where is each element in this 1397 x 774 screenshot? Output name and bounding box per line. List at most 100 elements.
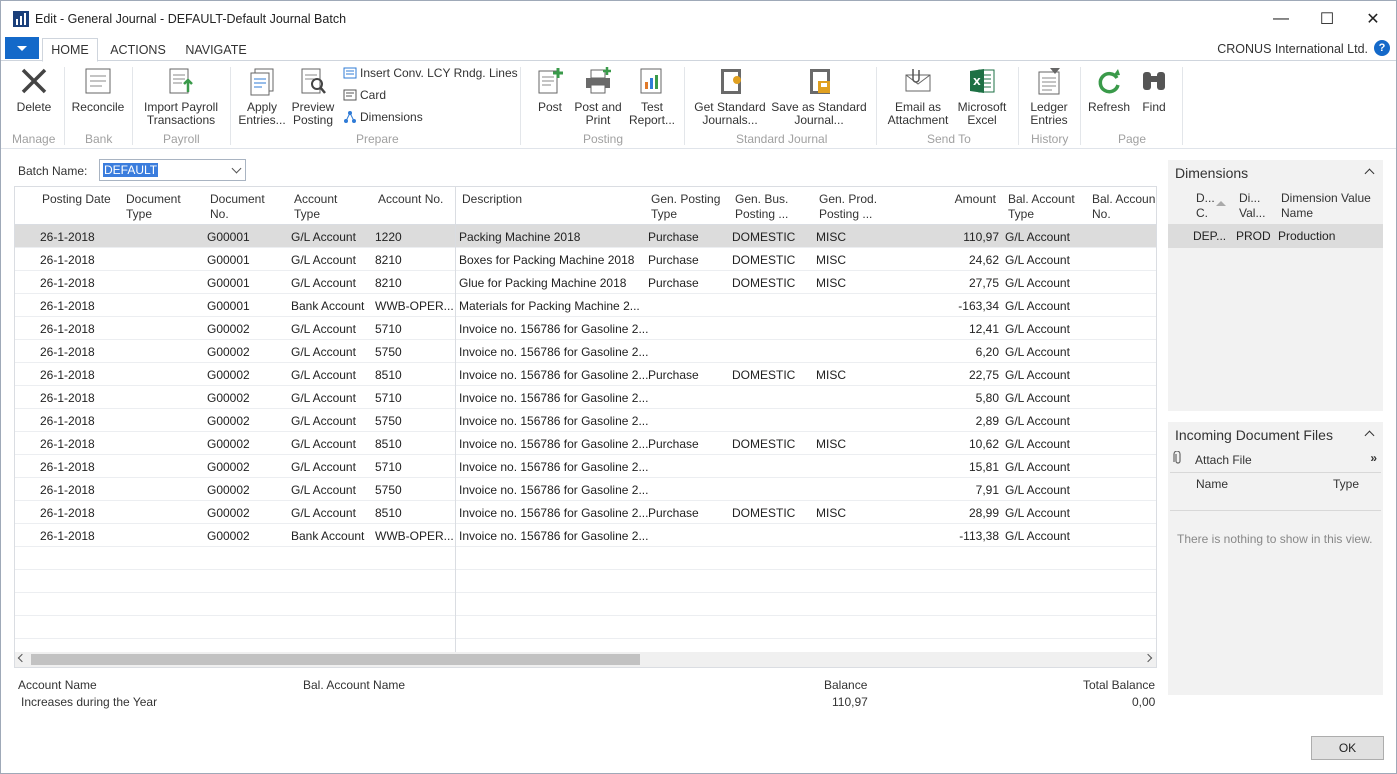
help-icon[interactable]: ?: [1374, 40, 1390, 56]
cell-account-no[interactable]: 5710: [375, 391, 402, 405]
cell-document-no[interactable]: G00002: [207, 460, 250, 474]
cell-account-no[interactable]: 5710: [375, 460, 402, 474]
cell-bal-account-type[interactable]: G/L Account: [1005, 276, 1070, 290]
cell-gen-bus-posting[interactable]: DOMESTIC: [732, 276, 795, 290]
cell-amount[interactable]: -113,38: [915, 529, 999, 543]
cell-amount[interactable]: 22,75: [915, 368, 999, 382]
cell-description[interactable]: Invoice no. 156786 for Gasoline 2...: [459, 345, 648, 359]
cell-gen-posting-type[interactable]: Purchase: [648, 368, 699, 382]
cell-description[interactable]: Invoice no. 156786 for Gasoline 2...: [459, 368, 648, 382]
col-gen-prod-posting[interactable]: Gen. Prod. Posting ...: [819, 192, 877, 222]
cell-bal-account-type[interactable]: G/L Account: [1005, 230, 1070, 244]
table-row[interactable]: 26-1-2018 G00002 G/L Account 8510 Invoice no…: [15, 432, 1156, 455]
cell-account-type[interactable]: G/L Account: [291, 391, 356, 405]
cell-gen-bus-posting[interactable]: DOMESTIC: [732, 437, 795, 451]
cell-description[interactable]: Materials for Packing Machine 2...: [459, 299, 640, 313]
cell-account-no[interactable]: 5750: [375, 414, 402, 428]
cell-gen-posting-type[interactable]: Purchase: [648, 253, 699, 267]
cell-document-no[interactable]: G00002: [207, 437, 250, 451]
cell-posting-date[interactable]: 26-1-2018: [40, 345, 95, 359]
cell-gen-bus-posting[interactable]: DOMESTIC: [732, 368, 795, 382]
insert-conv-lcy-button[interactable]: Insert Conv. LCY Rndg. Lines: [343, 66, 518, 80]
batch-name-select[interactable]: DEFAULT: [99, 159, 246, 181]
tab-navigate[interactable]: NAVIGATE: [179, 38, 253, 62]
empty-table-row[interactable]: [15, 593, 1156, 616]
cell-account-type[interactable]: G/L Account: [291, 230, 356, 244]
cell-bal-account-type[interactable]: G/L Account: [1005, 391, 1070, 405]
cell-description[interactable]: Invoice no. 156786 for Gasoline 2...: [459, 414, 648, 428]
col-account-type[interactable]: Account Type: [294, 192, 337, 222]
cell-account-no[interactable]: 5750: [375, 345, 402, 359]
cell-account-no[interactable]: 5710: [375, 322, 402, 336]
cell-amount[interactable]: 5,80: [915, 391, 999, 405]
cell-document-no[interactable]: G00002: [207, 345, 250, 359]
microsoft-excel-button[interactable]: X Microsoft Excel: [953, 65, 1011, 127]
cell-description[interactable]: Invoice no. 156786 for Gasoline 2...: [459, 460, 648, 474]
cell-posting-date[interactable]: 26-1-2018: [40, 460, 95, 474]
cell-posting-date[interactable]: 26-1-2018: [40, 437, 95, 451]
scroll-right-icon[interactable]: [1143, 653, 1153, 663]
cell-account-type[interactable]: G/L Account: [291, 506, 356, 520]
cell-amount[interactable]: 12,41: [915, 322, 999, 336]
cell-gen-prod-posting[interactable]: MISC: [816, 276, 846, 290]
ledger-entries-button[interactable]: Ledger Entries: [1023, 65, 1075, 127]
cell-document-no[interactable]: G00001: [207, 230, 250, 244]
collapse-icon[interactable]: [1364, 430, 1375, 441]
cell-account-type[interactable]: G/L Account: [291, 414, 356, 428]
cell-account-no[interactable]: 8210: [375, 253, 402, 267]
col-bal-account-no[interactable]: Bal. Accoun No.: [1092, 192, 1155, 222]
cell-amount[interactable]: 10,62: [915, 437, 999, 451]
dim-col-name[interactable]: Dimension Value Name: [1281, 191, 1371, 221]
empty-table-row[interactable]: [15, 570, 1156, 593]
cell-gen-bus-posting[interactable]: DOMESTIC: [732, 506, 795, 520]
get-standard-journals-button[interactable]: Get Standard Journals...: [691, 65, 769, 127]
cell-gen-prod-posting[interactable]: MISC: [816, 437, 846, 451]
test-report-button[interactable]: Test Report...: [625, 65, 679, 127]
cell-account-type[interactable]: Bank Account: [291, 299, 364, 313]
cell-bal-account-type[interactable]: G/L Account: [1005, 322, 1070, 336]
cell-description[interactable]: Invoice no. 156786 for Gasoline 2...: [459, 506, 648, 520]
cell-posting-date[interactable]: 26-1-2018: [40, 368, 95, 382]
collapse-icon[interactable]: [1364, 168, 1375, 179]
cell-account-no[interactable]: 8510: [375, 437, 402, 451]
empty-table-row[interactable]: [15, 616, 1156, 639]
scroll-left-icon[interactable]: [17, 653, 27, 663]
cell-bal-account-type[interactable]: G/L Account: [1005, 253, 1070, 267]
import-payroll-button[interactable]: Import Payroll Transactions: [137, 65, 225, 127]
tab-home[interactable]: HOME: [42, 38, 98, 62]
col-document-type[interactable]: Document Type: [126, 192, 181, 222]
cell-amount[interactable]: 6,20: [915, 345, 999, 359]
table-row[interactable]: 26-1-2018 G00002 G/L Account 8510 Invoice no…: [15, 363, 1156, 386]
cell-description[interactable]: Invoice no. 156786 for Gasoline 2...: [459, 437, 648, 451]
cell-bal-account-type[interactable]: G/L Account: [1005, 529, 1070, 543]
col-account-no[interactable]: Account No.: [378, 192, 443, 207]
cell-gen-prod-posting[interactable]: MISC: [816, 253, 846, 267]
cell-bal-account-type[interactable]: G/L Account: [1005, 483, 1070, 497]
cell-account-type[interactable]: G/L Account: [291, 345, 356, 359]
cell-account-no[interactable]: 8210: [375, 276, 402, 290]
scrollbar-thumb[interactable]: [31, 654, 640, 665]
cell-gen-prod-posting[interactable]: MISC: [816, 368, 846, 382]
cell-bal-account-type[interactable]: G/L Account: [1005, 437, 1070, 451]
horizontal-scrollbar[interactable]: [15, 652, 1156, 667]
table-row[interactable]: 26-1-2018 G00001 Bank Account WWB-OPER... Ma…: [15, 294, 1156, 317]
cell-amount[interactable]: 28,99: [915, 506, 999, 520]
cell-amount[interactable]: 15,81: [915, 460, 999, 474]
dim-col-value[interactable]: Di... Val...: [1239, 191, 1265, 221]
cell-posting-date[interactable]: 26-1-2018: [40, 276, 95, 290]
minimize-button[interactable]: —: [1258, 1, 1304, 37]
save-as-standard-journal-button[interactable]: Save as Standard Journal...: [769, 65, 869, 127]
cell-gen-posting-type[interactable]: Purchase: [648, 276, 699, 290]
attach-file-button[interactable]: Attach File: [1195, 453, 1252, 468]
apply-entries-button[interactable]: Apply Entries...: [234, 65, 290, 127]
cell-description[interactable]: Invoice no. 156786 for Gasoline 2...: [459, 483, 648, 497]
cell-gen-bus-posting[interactable]: DOMESTIC: [732, 230, 795, 244]
cell-document-no[interactable]: G00002: [207, 322, 250, 336]
col-bal-account-type[interactable]: Bal. Account Type: [1008, 192, 1075, 222]
table-row[interactable]: 26-1-2018 G00002 G/L Account 5750 Invoice no…: [15, 478, 1156, 501]
cell-account-type[interactable]: G/L Account: [291, 276, 356, 290]
col-description[interactable]: Description: [462, 192, 522, 207]
cell-account-no[interactable]: WWB-OPER...: [375, 299, 454, 313]
maximize-button[interactable]: ☐: [1304, 1, 1350, 37]
cell-account-no[interactable]: 1220: [375, 230, 402, 244]
